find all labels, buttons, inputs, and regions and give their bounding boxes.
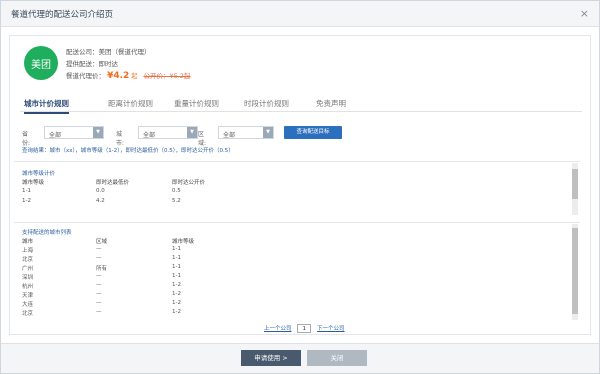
col-header: 城市 <box>22 239 34 245</box>
chevron-down-icon: ▼ <box>93 127 103 138</box>
province-select[interactable]: 全部 ▼ <box>44 126 104 139</box>
city-label: 城市: <box>116 131 125 147</box>
table-cell: 上海 <box>22 248 34 254</box>
apply-button[interactable]: 申请使用 > <box>241 350 301 366</box>
divider <box>14 161 580 162</box>
table-cell: — <box>96 255 102 261</box>
company-intro-dialog: 餐道代理的配送公司介绍页 × 美团 配送公司：美团（餐道代理） 提供配送：即时达… <box>0 0 600 374</box>
table-cell: 北京 <box>22 257 34 263</box>
district-label: 区域: <box>198 131 207 147</box>
scrollbar-thumb[interactable] <box>572 228 578 314</box>
province-value: 全部 <box>49 132 62 139</box>
table-cell: 1-2 <box>172 309 181 315</box>
price-label: 餐道代理价： <box>66 72 105 80</box>
city-level-title: 城市等级计价 <box>22 171 56 177</box>
table-cell: 1-1 <box>172 273 181 279</box>
public-price: 公开价：¥5.2起 <box>143 72 191 80</box>
tab-time-pricing[interactable]: 时段计价规则 <box>244 98 289 109</box>
table-cell: — <box>96 246 102 252</box>
table-cell: 大连 <box>22 302 34 308</box>
col-header: 城市等级 <box>22 180 45 186</box>
query-button[interactable]: 查询配送目标 <box>284 126 342 139</box>
price-unit: 起 <box>131 73 138 80</box>
city-value: 全部 <box>143 132 156 139</box>
city-list-title: 支持配送的城市列表 <box>22 230 72 236</box>
tab-weight-pricing[interactable]: 重量计价规则 <box>174 98 219 109</box>
table-cell: — <box>96 282 102 288</box>
table-cell: 1-1 <box>22 188 31 194</box>
dialog-title: 餐道代理的配送公司介绍页 <box>11 10 114 20</box>
company-service: 提供配送：即时达 <box>66 60 118 68</box>
table-cell: 0.5 <box>172 188 181 194</box>
table-cell: 5.2 <box>172 198 181 204</box>
close-button[interactable]: 关闭 <box>307 350 367 366</box>
company-info: 配送公司：美团（餐道代理） 提供配送：即时达 餐道代理价： ¥4.2 起 公开价… <box>66 46 190 83</box>
company-logo: 美团 <box>24 46 58 80</box>
col-header: 即时达最低价 <box>96 180 130 186</box>
table-cell: 1-2 <box>172 291 181 297</box>
city-select[interactable]: 全部 ▼ <box>138 126 198 139</box>
dialog-content: 美团 配送公司：美团（餐道代理） 提供配送：即时达 餐道代理价： ¥4.2 起 … <box>9 35 591 335</box>
table-cell: — <box>96 300 102 306</box>
province-label: 省份: <box>22 131 31 147</box>
chevron-down-icon: ▼ <box>187 127 197 138</box>
table-cell: 1-2 <box>172 282 181 288</box>
dialog-footer: 申请使用 > 关闭 <box>1 343 599 373</box>
city-level-panel: 城市等级计价 城市等级 即时达最低价 即时达公开价 1-1 0.0 0.5 1-… <box>10 161 582 217</box>
close-icon[interactable]: × <box>580 7 589 20</box>
table-cell: 1-1 <box>172 246 181 252</box>
table-cell: 深圳 <box>22 275 34 281</box>
scrollbar-thumb[interactable] <box>572 169 578 199</box>
divider <box>14 222 580 223</box>
district-value: 全部 <box>223 132 236 139</box>
prev-company-link[interactable]: 上一个公司 <box>264 326 292 332</box>
table-cell: — <box>96 309 102 315</box>
agent-price: ¥4.2 <box>107 71 130 81</box>
table-cell: 广州 <box>22 266 34 272</box>
col-header: 城市等级 <box>172 239 195 245</box>
tab-city-pricing[interactable]: 城市计价规则 <box>24 98 69 114</box>
tab-distance-pricing[interactable]: 距离计价规则 <box>108 98 153 109</box>
pager: 上一个公司 1 下一个公司 <box>264 324 345 333</box>
col-header: 即时达公开价 <box>172 180 206 186</box>
logo-text: 美团 <box>31 59 51 71</box>
table-cell: 1-1 <box>172 264 181 270</box>
table-cell: — <box>96 291 102 297</box>
tab-bar: 城市计价规则 距离计价规则 重量计价规则 时段计价规则 免责声明 <box>20 96 582 114</box>
table-cell: 所有 <box>96 266 108 272</box>
dialog-titlebar: 餐道代理的配送公司介绍页 × <box>1 1 599 27</box>
query-result: 查询结果：城市（xx），城市等级（1-2），即时达最低价（0.5），即时达公开价… <box>22 148 234 154</box>
table-cell: 1-2 <box>22 198 31 204</box>
table-cell: 0.0 <box>96 188 105 194</box>
company-name: 配送公司：美团（餐道代理） <box>66 48 151 56</box>
table-cell: 1-1 <box>172 255 181 261</box>
next-company-link[interactable]: 下一个公司 <box>317 326 345 332</box>
table-cell: 1-2 <box>172 300 181 306</box>
table-cell: 4.2 <box>96 198 105 204</box>
table-cell: 杭州 <box>22 284 34 290</box>
company-price-row: 餐道代理价： ¥4.2 起 公开价：¥5.2起 <box>66 70 190 83</box>
scrollbar[interactable] <box>572 224 578 320</box>
page-number[interactable]: 1 <box>297 324 312 333</box>
table-cell: — <box>96 273 102 279</box>
scrollbar[interactable] <box>572 163 578 215</box>
city-list-panel: 支持配送的城市列表 城市 区域 城市等级 上海 — 1-1 北京 — 1-1 广… <box>10 222 582 322</box>
table-cell: 北京 <box>22 311 34 317</box>
tab-disclaimer[interactable]: 免责声明 <box>316 98 346 109</box>
chevron-down-icon: ▼ <box>263 127 273 138</box>
district-select[interactable]: 全部 ▼ <box>218 126 274 139</box>
col-header: 区域 <box>96 239 108 245</box>
table-cell: 天津 <box>22 293 34 299</box>
